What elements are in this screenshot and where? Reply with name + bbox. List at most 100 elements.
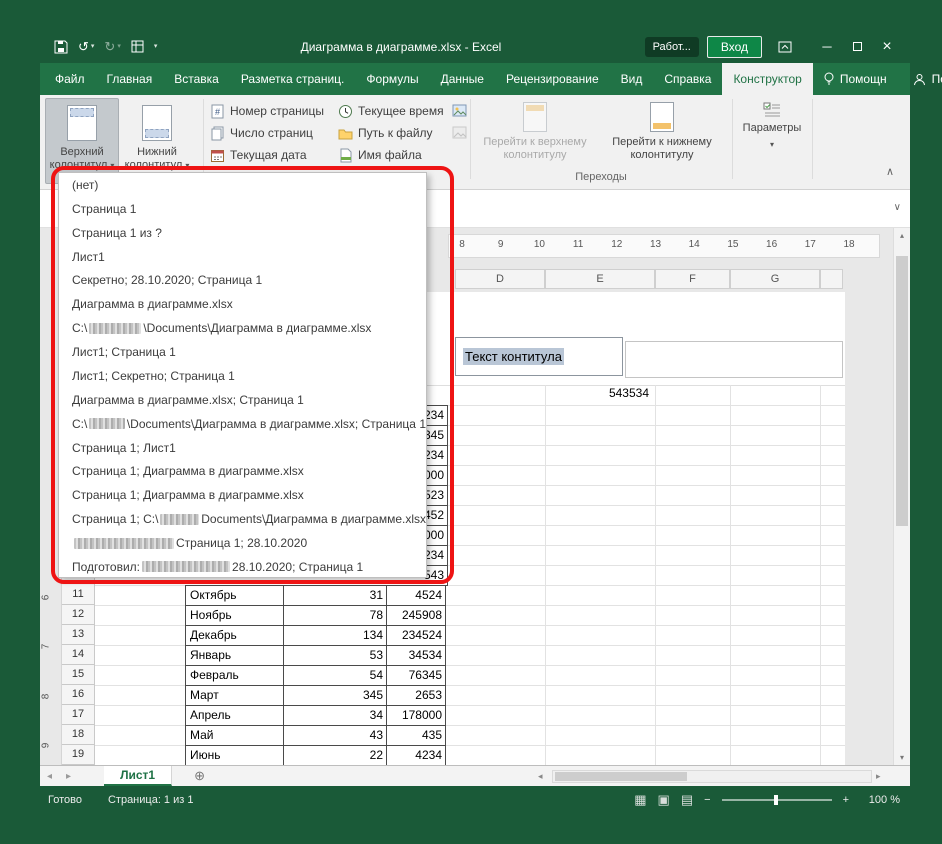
zoom-level[interactable]: 100 %	[860, 794, 900, 806]
cell-value[interactable]: 54	[284, 666, 387, 686]
row-header[interactable]: 17	[62, 705, 95, 725]
zoom-in-button[interactable]: +	[843, 794, 849, 806]
zoom-slider[interactable]	[722, 799, 832, 801]
customize-qat-button[interactable]: ▾	[154, 43, 158, 50]
row-header[interactable]: 19	[62, 745, 95, 765]
header-center-section[interactable]: Текст контитула	[455, 337, 623, 376]
scroll-down-arrow[interactable]: ▾	[894, 753, 910, 762]
header-preset-item[interactable]: Страница 1	[59, 197, 426, 221]
view-normal-button[interactable]: ▦	[634, 792, 646, 808]
options-dropdown-button[interactable]: Параметры ▾	[740, 98, 804, 151]
cell-month[interactable]: Май	[186, 726, 284, 746]
header-preset-item[interactable]: Подготовил: 28.10.2020; Страница 1	[59, 555, 426, 578]
ribbon-tab[interactable]: Данные	[430, 63, 495, 95]
row-header[interactable]: 13	[62, 625, 95, 645]
cell-value[interactable]: 53	[284, 646, 387, 666]
row-header[interactable]: 16	[62, 685, 95, 705]
column-header[interactable]	[820, 269, 843, 289]
column-header[interactable]: E	[545, 269, 655, 289]
cell-value[interactable]: 43	[284, 726, 387, 746]
ribbon-tab[interactable]: Рецензирование	[495, 63, 610, 95]
cell-value[interactable]: 4234	[387, 746, 446, 766]
redo-button[interactable]: ↻▾	[104, 40, 120, 53]
insert-picture-button[interactable]	[450, 101, 468, 119]
sheet-tab-active[interactable]: Лист1	[104, 766, 172, 786]
ribbon-tab[interactable]: Конструктор	[722, 63, 812, 95]
cell-value[interactable]: 178000	[387, 706, 446, 726]
cell-value[interactable]: 234524	[387, 626, 446, 646]
horizontal-scrollbar-thumb[interactable]	[555, 772, 687, 781]
goto-header-button[interactable]: Перейти к верхнему колонтитулу	[476, 98, 594, 162]
ribbon-tab[interactable]: Вид	[610, 63, 654, 95]
zoom-slider-thumb[interactable]	[774, 795, 778, 805]
cell-value[interactable]: 78	[284, 606, 387, 626]
file-name-button[interactable]: Имя файла	[338, 145, 422, 165]
sign-in-button[interactable]: Вход	[707, 36, 762, 58]
cell-value[interactable]: 31	[284, 586, 387, 606]
scroll-up-arrow[interactable]: ▴	[894, 231, 910, 240]
cell-value[interactable]: 76345	[387, 666, 446, 686]
header-preset-item[interactable]: Диаграмма в диаграмме.xlsx	[59, 292, 426, 316]
row-header[interactable]: 11	[62, 585, 95, 605]
header-preset-item[interactable]: Лист1; Секретно; Страница 1	[59, 364, 426, 388]
file-path-button[interactable]: Путь к файлу	[338, 123, 433, 143]
ribbon-tab[interactable]: Файл	[44, 63, 96, 95]
column-header[interactable]: D	[455, 269, 545, 289]
header-preset-item[interactable]: Страница 1; C:\Documents\Диаграмма в диа…	[59, 507, 426, 531]
formula-bar-expand-button[interactable]: ∨	[894, 202, 901, 213]
share-button[interactable]: Поделиться	[897, 63, 942, 95]
sheet-nav-left-arrow[interactable]: ◂	[40, 771, 59, 782]
ribbon-tab[interactable]: Главная	[96, 63, 164, 95]
ribbon-tab[interactable]: Вставка	[163, 63, 230, 95]
cell-e-value[interactable]: 543534	[545, 386, 653, 404]
vertical-scrollbar[interactable]: ▴ ▾	[893, 228, 910, 765]
page-number-button[interactable]: # Номер страницы	[210, 101, 324, 121]
cell-month[interactable]: Ноябрь	[186, 606, 284, 626]
minimize-button[interactable]: ─	[812, 34, 842, 60]
ribbon-display-options-button[interactable]	[770, 34, 800, 60]
goto-footer-button[interactable]: Перейти к нижнему колонтитулу	[598, 98, 726, 162]
view-page-break-button[interactable]: ▤	[681, 792, 693, 808]
current-time-button[interactable]: Текущее время	[338, 101, 444, 121]
cell-month[interactable]: Февраль	[186, 666, 284, 686]
header-right-section[interactable]	[625, 341, 843, 378]
cell-value[interactable]: 34534	[387, 646, 446, 666]
save-button[interactable]	[54, 40, 68, 54]
touch-mode-button[interactable]	[131, 40, 144, 53]
cell-value[interactable]: 435	[387, 726, 446, 746]
header-preset-item[interactable]: Лист1; Страница 1	[59, 340, 426, 364]
row-header[interactable]: 15	[62, 665, 95, 685]
cell-value[interactable]: 22	[284, 746, 387, 766]
horizontal-scrollbar[interactable]	[552, 770, 872, 783]
cell-value[interactable]: 4524	[387, 586, 446, 606]
page-count-button[interactable]: Число страниц	[210, 123, 313, 143]
zoom-out-button[interactable]: −	[704, 794, 710, 806]
tell-me-button[interactable]: Помощн	[813, 63, 897, 95]
account-badge[interactable]: Работ...	[645, 37, 699, 57]
format-picture-button[interactable]	[450, 123, 468, 141]
sheet-nav-right-arrow[interactable]: ▸	[59, 771, 78, 782]
view-page-layout-button[interactable]: ▣	[658, 792, 670, 808]
cell-month[interactable]: Март	[186, 686, 284, 706]
ribbon-tab[interactable]: Справка	[653, 63, 722, 95]
header-preset-item[interactable]: Страница 1; 28.10.2020	[59, 531, 426, 555]
column-header[interactable]: F	[655, 269, 730, 289]
column-header[interactable]: G	[730, 269, 820, 289]
cell-month[interactable]: Январь	[186, 646, 284, 666]
header-preset-item[interactable]: (нет)	[59, 173, 426, 197]
header-preset-item[interactable]: Страница 1; Диаграмма в диаграмме.xlsx	[59, 460, 426, 484]
ribbon-collapse-button[interactable]: ∧	[886, 165, 894, 178]
header-preset-item[interactable]: Секретно; 28.10.2020; Страница 1	[59, 269, 426, 293]
hscroll-left-arrow[interactable]: ◂	[538, 771, 543, 782]
cell-month[interactable]: Октябрь	[186, 586, 284, 606]
header-preset-item[interactable]: Страница 1 из ?	[59, 221, 426, 245]
ribbon-tab[interactable]: Разметка страниц.	[230, 63, 356, 95]
cell-month[interactable]: Декабрь	[186, 626, 284, 646]
vertical-scrollbar-thumb[interactable]	[896, 256, 908, 526]
header-preset-item[interactable]: Лист1	[59, 245, 426, 269]
add-sheet-button[interactable]: ⊕	[194, 768, 205, 784]
header-preset-item[interactable]: C:\\Documents\Диаграмма в диаграмме.xlsx…	[59, 412, 426, 436]
cell-value[interactable]: 345	[284, 686, 387, 706]
cell-value[interactable]: 134	[284, 626, 387, 646]
row-header[interactable]: 14	[62, 645, 95, 665]
